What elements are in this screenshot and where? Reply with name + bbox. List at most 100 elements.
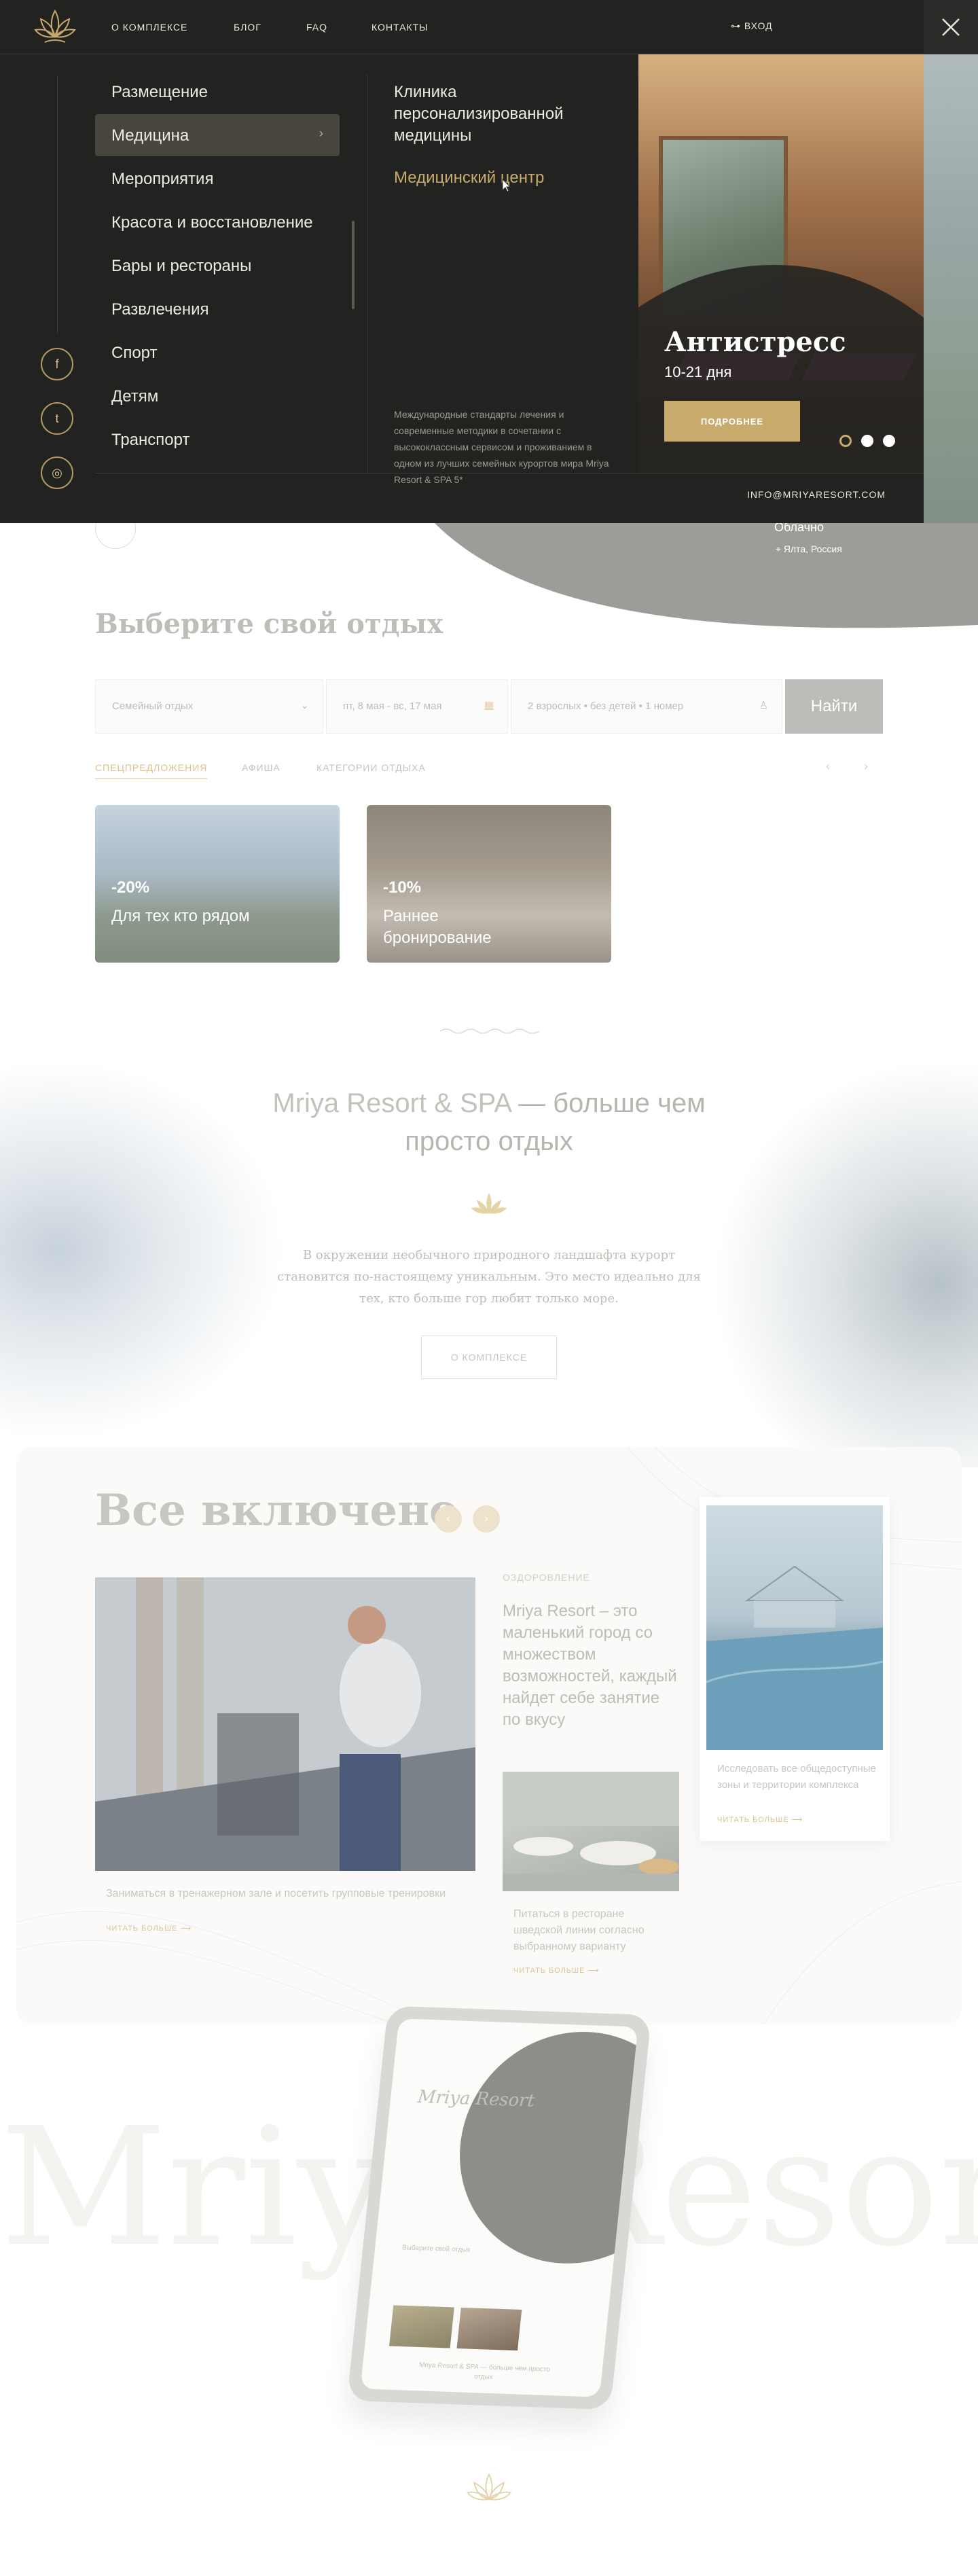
nav-contacts-link[interactable]: КОНТАКТЫ (372, 22, 429, 33)
booking-title: Выберите свой отдых (95, 608, 443, 640)
mriya-logo-icon[interactable] (33, 7, 77, 46)
facebook-icon[interactable]: f (41, 348, 73, 380)
clouds-decoration (0, 1060, 285, 1440)
chevron-right-icon: › (319, 126, 323, 140)
gym-photo-shapes (95, 1577, 475, 1871)
read-more-link[interactable]: читать больше ⟶ (717, 1815, 803, 1824)
key-icon: ⊶ (731, 20, 741, 31)
about-title-brand: Mriya Resort & SPA (272, 1088, 511, 1118)
menu-item-events[interactable]: Мероприятия (95, 158, 340, 200)
nav-faq-link[interactable]: FAQ (306, 22, 327, 33)
lotus-icon (471, 1193, 507, 1214)
login-label: ВХОД (744, 20, 773, 31)
menu-item-medicine[interactable]: Медицина › (95, 114, 340, 156)
tablet-screen: Mriya Resort Выберите свой отдых Mriya R… (360, 2018, 638, 2397)
login-button[interactable]: ⊶ ВХОД (731, 20, 773, 32)
location-text: Ялта, Россия (783, 543, 842, 554)
carousel-dot[interactable] (861, 435, 873, 447)
tablet-hero-arc (448, 2028, 638, 2268)
nav-blog-link[interactable]: БЛОГ (234, 22, 261, 33)
read-more-link[interactable]: читать больше ⟶ (513, 1966, 599, 1975)
vacation-type-select[interactable]: Семейный отдых ⌄ (95, 679, 323, 734)
dates-field[interactable]: пт, 8 мая - вс, 17 мая ▦ (326, 679, 508, 734)
cursor-icon (502, 178, 511, 192)
restaurant-photo-shapes (503, 1772, 679, 1891)
offer-title: Раннее бронирование (383, 907, 492, 947)
menu-scrollbar[interactable] (352, 221, 355, 309)
menu-item-sport[interactable]: Спорт (95, 332, 340, 374)
location-pin-icon: ⌖ (776, 543, 781, 554)
restaurant-image[interactable] (503, 1772, 679, 1891)
submenu-medical-center[interactable]: Медицинский центр (394, 167, 598, 189)
promo-subtitle: 10-21 дня (664, 363, 732, 380)
next-arrow-button[interactable]: › (473, 1505, 500, 1533)
menu-item-beauty[interactable]: Красота и восстановление (95, 201, 340, 243)
top-navigation: О КОМПЛЕКСЕ БЛОГ FAQ КОНТАКТЫ ⊶ ВХОД (0, 0, 924, 54)
offer-title: Для тех кто рядом (111, 907, 250, 925)
menu-item-transport[interactable]: Транспорт (95, 418, 340, 461)
gym-image[interactable] (95, 1577, 475, 1871)
menu-divider-left (57, 76, 58, 334)
instagram-icon[interactable]: ◎ (41, 457, 73, 489)
vacation-type-value: Семейный отдых (112, 700, 194, 712)
menu-email-link[interactable]: INFO@MRIYARESORT.COM (747, 489, 886, 500)
dates-value: пт, 8 мая - вс, 17 мая (343, 700, 442, 712)
calendar-icon: ▦ (484, 700, 494, 711)
twitter-icon[interactable]: t (41, 402, 73, 435)
tablet-footer-text: Mriya Resort & SPA — больше чем просто о… (418, 2361, 551, 2382)
tablet-offer-image (456, 2307, 522, 2351)
read-more-label: читать больше (106, 1925, 178, 1933)
tablet-title: Mriya Resort (416, 2086, 536, 2111)
restaurant-caption: Питаться в ресторане шведской линии согл… (513, 1908, 645, 1952)
about-title: Mriya Resort & SPA — больше чем просто о… (272, 1084, 706, 1160)
wave-divider-icon (440, 1028, 539, 1034)
guests-value: 2 взрослых • без детей • 1 номер (528, 700, 684, 712)
read-more-label: читать больше (513, 1967, 585, 1975)
carousel-dot[interactable] (883, 435, 895, 447)
arrow-left-icon[interactable]: ‹ (826, 759, 830, 774)
offer-card[interactable]: -20% Для тех кто рядом (95, 805, 340, 963)
arrow-right-icon[interactable]: › (864, 759, 868, 774)
tablet-offer-image (389, 2305, 454, 2348)
search-button[interactable]: Найти (785, 679, 883, 734)
offer-discount: -20% (111, 878, 150, 897)
weather-location: ⌖ Ялта, Россия (776, 543, 842, 555)
pool-image[interactable] (706, 1505, 884, 1750)
submenu-clinic[interactable]: Клиника персонализированной медицины (394, 82, 598, 147)
all-inclusive-headline: Mriya Resort – это маленький город со мн… (503, 1602, 677, 1729)
tablet-subtitle: Выберите свой отдых (401, 2244, 471, 2254)
read-more-link[interactable]: читать больше ⟶ (106, 1924, 192, 1933)
guests-field[interactable]: 2 взрослых • без детей • 1 номер ♙ (511, 679, 782, 734)
offer-card[interactable]: -10% Раннее бронирование (367, 805, 611, 963)
all-inclusive-title: Все включено (95, 1485, 458, 1536)
booking-form: Семейный отдых ⌄ пт, 8 мая - вс, 17 мая … (95, 679, 883, 734)
menu-item-entertainment[interactable]: Развлечения (95, 288, 340, 330)
read-more-label: читать больше (717, 1816, 789, 1824)
menu-item-label: Медицина (111, 126, 189, 145)
offer-discount: -10% (383, 878, 422, 897)
prev-arrow-button[interactable]: ‹ (435, 1505, 462, 1533)
menu-item-accommodation[interactable]: Размещение (95, 71, 340, 113)
category-label: ОЗДОРОВЛЕНИЕ (503, 1572, 590, 1583)
pool-photo-shapes (706, 1565, 884, 1750)
close-menu-button[interactable] (924, 0, 978, 54)
promo-details-button[interactable]: ПОДРОБНЕЕ (664, 401, 800, 442)
chevron-down-icon: ⌄ (300, 700, 309, 711)
promo-title: Антистресс (664, 326, 846, 358)
tab-categories[interactable]: КАТЕГОРИИ ОТДЫХА (316, 762, 426, 773)
carousel-dot[interactable] (839, 435, 852, 447)
tab-poster[interactable]: АФИША (242, 762, 280, 773)
tab-special-offers[interactable]: СПЕЦПРЕДЛОЖЕНИЯ (95, 762, 208, 779)
promo-card[interactable]: Антистресс 10-21 дня ПОДРОБНЕЕ (638, 54, 924, 473)
about-text: В окружении необычного природного ландша… (277, 1248, 701, 1306)
about-complex-button[interactable]: О КОМПЛЕКСЕ (421, 1336, 557, 1379)
mega-menu: Размещение Медицина › Мероприятия Красот… (0, 54, 924, 523)
tablet-mockup: Mriya Resort Выберите свой отдых Mriya R… (346, 2005, 652, 2410)
menu-item-bars[interactable]: Бары и рестораны (95, 245, 340, 287)
close-icon (942, 18, 960, 36)
user-icon: ♙ (759, 700, 768, 711)
lotus-footer-icon (466, 2473, 512, 2501)
menu-item-kids[interactable]: Детям (95, 375, 340, 417)
clouds-decoration (713, 1060, 978, 1467)
nav-about-link[interactable]: О КОМПЛЕКСЕ (111, 22, 187, 33)
